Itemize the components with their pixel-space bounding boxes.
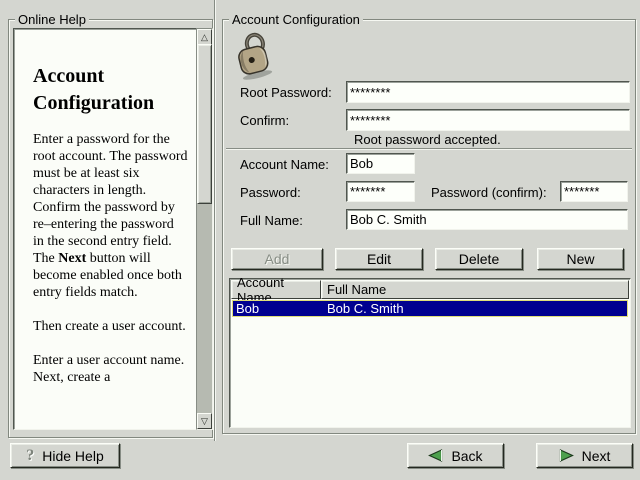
online-help-frame: Online Help Account Configuration Enter … <box>8 19 213 438</box>
accounts-table-header: Account Name Full Name <box>231 280 629 299</box>
new-button[interactable]: New <box>537 248 624 270</box>
help-p1-bold: Next <box>58 251 86 266</box>
table-header-full-name[interactable]: Full Name <box>321 280 629 299</box>
scroll-down-button[interactable]: ▽ <box>197 413 212 429</box>
next-button[interactable]: Next <box>536 443 633 468</box>
help-paragraph-3: Enter a user account name. Next, create … <box>33 352 188 386</box>
confirm-label: Confirm: <box>240 113 289 128</box>
password-label: Password: <box>240 185 301 200</box>
edit-button[interactable]: Edit <box>335 248 423 270</box>
root-password-input[interactable] <box>346 81 630 103</box>
accounts-table: Account Name Full Name Bob Bob C. Smith <box>229 278 631 428</box>
help-p1-before: Enter a password for the root account. T… <box>33 132 187 266</box>
back-label: Back <box>451 448 482 464</box>
full-name-input[interactable] <box>346 209 628 230</box>
full-name-label: Full Name: <box>240 213 303 228</box>
help-paragraph-2: Then create a user account. <box>33 318 188 335</box>
password-confirm-label: Password (confirm): <box>431 185 547 200</box>
help-scrollbar[interactable]: △ ▽ <box>196 28 213 430</box>
help-paragraph-1: Enter a password for the root account. T… <box>33 131 188 301</box>
password-confirm-input[interactable] <box>560 181 628 202</box>
hide-help-button[interactable]: ? Hide Help <box>10 443 120 468</box>
next-arrow-icon <box>559 449 574 462</box>
scroll-up-button[interactable]: △ <box>197 29 212 45</box>
scroll-down-icon: ▽ <box>201 417 208 426</box>
account-name-label: Account Name: <box>240 157 329 172</box>
hide-help-label: Hide Help <box>42 448 103 464</box>
add-button[interactable]: Add <box>231 248 323 270</box>
lock-icon <box>236 33 276 79</box>
cell-full-name: Bob C. Smith <box>320 301 628 316</box>
table-row[interactable]: Bob Bob C. Smith <box>232 300 628 317</box>
back-arrow-icon <box>428 449 443 462</box>
help-title: Account Configuration <box>33 63 188 117</box>
account-config-frame-title: Account Configuration <box>229 12 363 27</box>
back-button[interactable]: Back <box>407 443 504 468</box>
help-text-area: Account Configuration Enter a password f… <box>13 28 197 430</box>
account-name-input[interactable] <box>346 153 415 174</box>
delete-button[interactable]: Delete <box>435 248 523 270</box>
panel-divider <box>214 0 216 441</box>
section-separator <box>226 148 632 150</box>
help-text: Account Configuration Enter a password f… <box>14 29 196 429</box>
next-label: Next <box>582 448 611 464</box>
installer-window: Online Help Account Configuration Enter … <box>0 0 640 480</box>
password-status-text: Root password accepted. <box>354 132 501 147</box>
root-password-label: Root Password: <box>240 85 332 100</box>
scroll-up-icon: △ <box>201 33 208 42</box>
cell-account-name: Bob <box>232 301 320 316</box>
password-input[interactable] <box>346 181 415 202</box>
account-config-frame: Account Configuration Root Password: Con… <box>222 19 636 434</box>
question-icon: ? <box>26 447 34 465</box>
online-help-frame-title: Online Help <box>15 12 89 27</box>
confirm-input[interactable] <box>346 109 630 131</box>
scroll-thumb[interactable] <box>197 44 212 204</box>
table-header-account-name[interactable]: Account Name <box>231 280 321 299</box>
